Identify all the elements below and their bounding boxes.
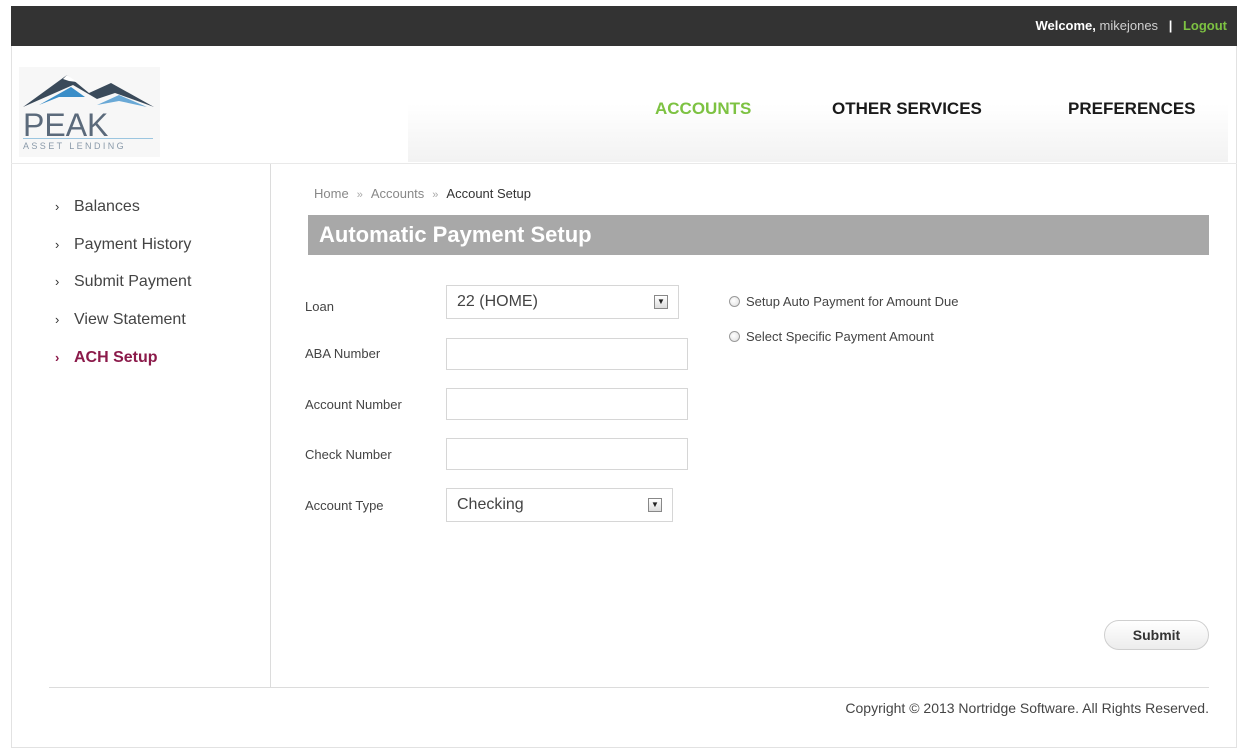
loan-select-value: 22 (HOME): [457, 293, 538, 310]
sidebar-divider: [270, 164, 271, 687]
sidebar-item-ach-setup[interactable]: › ACH Setup: [55, 349, 158, 367]
chevron-right-icon: ›: [55, 199, 60, 214]
logout-link[interactable]: Logout: [1183, 18, 1227, 33]
account-number-label: Account Number: [305, 397, 402, 412]
logo-subtitle: ASSET LENDING: [23, 141, 127, 151]
radio-specific-amount[interactable]: Select Specific Payment Amount: [729, 329, 934, 344]
radio-specific-amount-label: Select Specific Payment Amount: [746, 329, 934, 344]
welcome-label: Welcome,: [1035, 18, 1096, 33]
breadcrumb-current: Account Setup: [446, 186, 531, 201]
sidebar-item-label: ACH Setup: [74, 349, 158, 366]
sidebar-item-label: Submit Payment: [74, 273, 192, 290]
sidebar-item-balances[interactable]: › Balances: [55, 198, 140, 216]
check-number-label: Check Number: [305, 447, 392, 462]
account-number-field[interactable]: [446, 388, 688, 420]
breadcrumb-home[interactable]: Home: [314, 186, 349, 201]
submit-button[interactable]: Submit: [1104, 620, 1209, 650]
sidebar-item-view-statement[interactable]: › View Statement: [55, 311, 186, 329]
chevron-right-icon: ›: [55, 237, 60, 252]
radio-button-icon[interactable]: [729, 331, 740, 342]
account-type-label: Account Type: [305, 498, 384, 513]
check-number-field[interactable]: [446, 438, 688, 470]
sidebar-item-label: View Statement: [74, 311, 186, 328]
chevron-down-icon[interactable]: ▼: [648, 498, 662, 512]
sidebar-item-submit-payment[interactable]: › Submit Payment: [55, 273, 191, 291]
loan-label: Loan: [305, 299, 334, 314]
sidebar-item-payment-history[interactable]: › Payment History: [55, 236, 191, 254]
aba-number-field[interactable]: [446, 338, 688, 370]
loan-select[interactable]: 22 (HOME) ▼: [446, 285, 679, 319]
radio-button-icon[interactable]: [729, 296, 740, 307]
nav-other-services[interactable]: OTHER SERVICES: [832, 99, 982, 119]
company-logo[interactable]: PEAK ASSET LENDING: [19, 67, 160, 157]
nav-preferences[interactable]: PREFERENCES: [1068, 99, 1196, 119]
page-title: Automatic Payment Setup: [319, 222, 592, 247]
logo-rule: [23, 138, 153, 139]
account-type-select[interactable]: Checking ▼: [446, 488, 673, 522]
chevron-right-icon: ›: [55, 312, 60, 327]
sidebar-item-label: Balances: [74, 198, 140, 215]
sidebar-item-label: Payment History: [74, 236, 192, 253]
chevron-right-icon: ›: [55, 350, 60, 365]
radio-amount-due[interactable]: Setup Auto Payment for Amount Due: [729, 294, 958, 309]
copyright-text: Copyright © 2013 Nortridge Software. All…: [845, 700, 1209, 716]
footer-divider: [49, 687, 1209, 688]
top-bar: Welcome, mikejones | Logout: [11, 6, 1237, 46]
chevron-right-icon: ›: [55, 274, 60, 289]
nav-accounts[interactable]: ACCOUNTS: [655, 99, 751, 119]
page-title-bar: Automatic Payment Setup: [308, 215, 1209, 255]
breadcrumb: Home » Accounts » Account Setup: [314, 186, 531, 201]
username: mikejones: [1099, 18, 1159, 33]
radio-amount-due-label: Setup Auto Payment for Amount Due: [746, 294, 959, 309]
welcome-area: Welcome, mikejones | Logout: [1035, 18, 1227, 33]
breadcrumb-accounts[interactable]: Accounts: [371, 186, 424, 201]
breadcrumb-separator: »: [356, 189, 363, 201]
account-type-select-value: Checking: [457, 496, 524, 513]
welcome-separator: |: [1168, 18, 1173, 33]
header-divider: [11, 163, 1237, 164]
aba-number-label: ABA Number: [305, 346, 381, 361]
breadcrumb-separator: »: [432, 189, 439, 201]
chevron-down-icon[interactable]: ▼: [654, 295, 668, 309]
